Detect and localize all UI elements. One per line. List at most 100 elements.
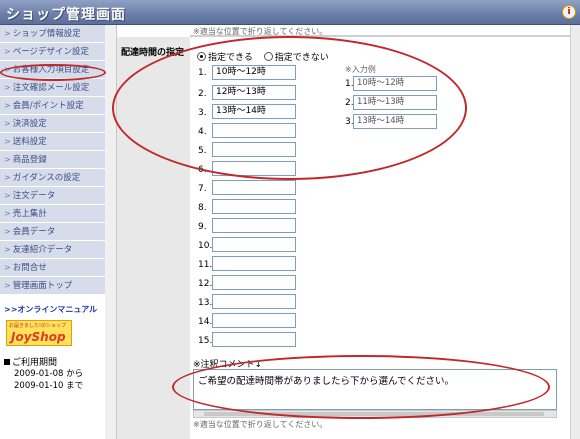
sidebar-item-customer-fields[interactable]: > お客様入力項目設定 <box>0 61 105 79</box>
time-slot-input[interactable] <box>212 218 296 233</box>
slot-number: 10. <box>198 241 213 251</box>
sidebar-item-products[interactable]: > 商品登録 <box>0 151 105 169</box>
chevron-right-icon: > <box>4 173 11 182</box>
chevron-right-icon: > <box>4 119 11 128</box>
field-label-cell: 配達時間の指定 <box>117 37 191 439</box>
time-slot-input[interactable] <box>212 199 296 214</box>
sidebar-item-label: 売上集計 <box>12 209 47 219</box>
joyshop-logo[interactable]: お届きました!のショップ JoyShop <box>6 320 72 346</box>
time-slot-input[interactable] <box>212 161 296 176</box>
logo-text: JoyShop <box>11 330 66 344</box>
sidebar-item-guidance[interactable]: > ガイダンスの設定 <box>0 169 105 187</box>
info-icon[interactable]: i <box>562 5 576 19</box>
sidebar: > ショップ情報設定 > ページデザイン設定 > お客様入力項目設定 > 注文確認メール… <box>0 25 105 439</box>
comment-textarea[interactable]: ご希望の配達時間帯がありましたら下から選んでください。 <box>193 369 557 410</box>
page-title: ショップ管理画面 <box>6 7 126 23</box>
time-slot-input[interactable] <box>212 123 296 138</box>
sidebar-item-members[interactable]: > 会員データ <box>0 223 105 241</box>
chevron-right-icon: > <box>4 281 11 290</box>
sidebar-item-page-design[interactable]: > ページデザイン設定 <box>0 43 105 61</box>
slot-number: 7. <box>198 184 207 194</box>
sidebar-item-label: 管理画面トップ <box>12 281 73 291</box>
slot-number: 9. <box>198 222 207 232</box>
time-slot-input[interactable]: 10時～12時 <box>212 65 296 80</box>
sidebar-item-label: お問合せ <box>12 263 47 273</box>
sidebar-item-payment[interactable]: > 決済設定 <box>0 115 105 133</box>
radio-can-specify-label[interactable]: 指定できる <box>208 53 253 63</box>
comment-scrollbar[interactable] <box>193 410 557 418</box>
sidebar-item-label: 友達紹介データ <box>12 245 73 255</box>
radio-can-specify[interactable] <box>197 52 206 61</box>
slot-number: 13. <box>198 298 213 308</box>
slot-number: 8. <box>198 203 207 213</box>
chevron-right-icon: > <box>4 227 11 236</box>
sidebar-item-admin-top[interactable]: > 管理画面トップ <box>0 277 105 295</box>
sidebar-item-label: 注文確認メール設定 <box>12 83 90 93</box>
time-slot-input[interactable] <box>212 256 296 271</box>
slot-number: 6. <box>198 165 207 175</box>
sidebar-item-sales[interactable]: > 売上集計 <box>0 205 105 223</box>
time-slot-input[interactable]: 12時～13時 <box>212 85 296 100</box>
chevron-right-icon: > <box>4 101 11 110</box>
sidebar-item-inquiries[interactable]: > お問合せ <box>0 259 105 277</box>
example-field: 10時～12時 <box>353 76 437 91</box>
sidebar-item-orders[interactable]: > 注文データ <box>0 187 105 205</box>
slot-number: 11. <box>198 260 213 270</box>
sidebar-item-label: ページデザイン設定 <box>12 47 90 57</box>
example-field: 11時～13時 <box>353 95 437 110</box>
example-field: 13時～14時 <box>353 114 437 129</box>
square-bullet-icon <box>4 359 10 365</box>
time-slot-input[interactable] <box>212 142 296 157</box>
scrollbar-thumb[interactable] <box>204 412 544 416</box>
slot-number: 2. <box>198 89 207 99</box>
sidebar-item-label: 決済設定 <box>12 119 47 129</box>
sidebar-item-label: 送料設定 <box>12 137 47 147</box>
delivery-time-label: 配達時間の指定 <box>121 48 185 58</box>
chevron-right-icon: > <box>4 209 11 218</box>
slot-number: 4. <box>198 127 207 137</box>
divider-strip <box>105 25 117 439</box>
radio-cannot-specify-label[interactable]: 指定できない <box>275 53 329 63</box>
usage-period-start: 2009-01-08 から <box>14 369 84 379</box>
time-slot-input[interactable] <box>212 275 296 290</box>
logo-tagline: お届きました!のショップ <box>9 323 67 329</box>
time-slot-input[interactable]: 13時～14時 <box>212 104 296 119</box>
chevron-right-icon: > <box>4 47 11 56</box>
sidebar-item-shipping[interactable]: > 送料設定 <box>0 133 105 151</box>
slot-number: 1. <box>198 68 207 78</box>
sidebar-item-member-points[interactable]: > 会員/ポイント設定 <box>0 97 105 115</box>
sidebar-item-label: ガイダンスの設定 <box>12 173 81 183</box>
chevron-right-icon: > <box>4 245 11 254</box>
vertical-scrollbar[interactable] <box>570 25 580 439</box>
delivery-time-radio-group: 指定できる 指定できない <box>197 50 337 63</box>
chevron-right-icon: > <box>4 65 11 74</box>
chevron-right-icon: > <box>4 155 11 164</box>
chevron-right-icon: > <box>4 191 11 200</box>
sidebar-item-label: 会員/ポイント設定 <box>12 101 84 111</box>
sidebar-item-label: ショップ情報設定 <box>12 29 81 39</box>
radio-cannot-specify[interactable] <box>263 52 273 61</box>
online-manual-link[interactable]: >>オンラインマニュアル <box>4 304 97 315</box>
slot-number: 15. <box>198 336 213 346</box>
slot-number: 12. <box>198 279 213 289</box>
time-slot-input[interactable] <box>212 237 296 252</box>
chevron-right-icon: > <box>4 263 11 272</box>
app-header: ショップ管理画面 i <box>0 0 580 25</box>
sidebar-item-order-mail[interactable]: > 注文確認メール設定 <box>0 79 105 97</box>
sidebar-item-shop-info[interactable]: > ショップ情報設定 <box>0 25 105 43</box>
time-slot-input[interactable] <box>212 294 296 309</box>
sidebar-item-label: 注文データ <box>12 191 56 201</box>
sidebar-item-label: 商品登録 <box>12 155 47 165</box>
time-slot-input[interactable] <box>212 332 296 347</box>
sidebar-nav: > ショップ情報設定 > ページデザイン設定 > お客様入力項目設定 > 注文確認メール… <box>0 25 105 295</box>
time-slot-input[interactable] <box>212 180 296 195</box>
chevron-right-icon: > <box>4 29 11 38</box>
sidebar-item-label: 会員データ <box>12 227 56 237</box>
wrap-note-bottom: ※適当な位置で折り返してください。 <box>193 420 328 429</box>
input-example-title: ※入力例 <box>345 65 376 74</box>
usage-period-end: 2009-01-10 まで <box>14 381 84 391</box>
time-slot-input[interactable] <box>212 313 296 328</box>
sidebar-item-referrals[interactable]: > 友達紹介データ <box>0 241 105 259</box>
sidebar-item-label: お客様入力項目設定 <box>12 65 90 75</box>
slot-number: 5. <box>198 146 207 156</box>
